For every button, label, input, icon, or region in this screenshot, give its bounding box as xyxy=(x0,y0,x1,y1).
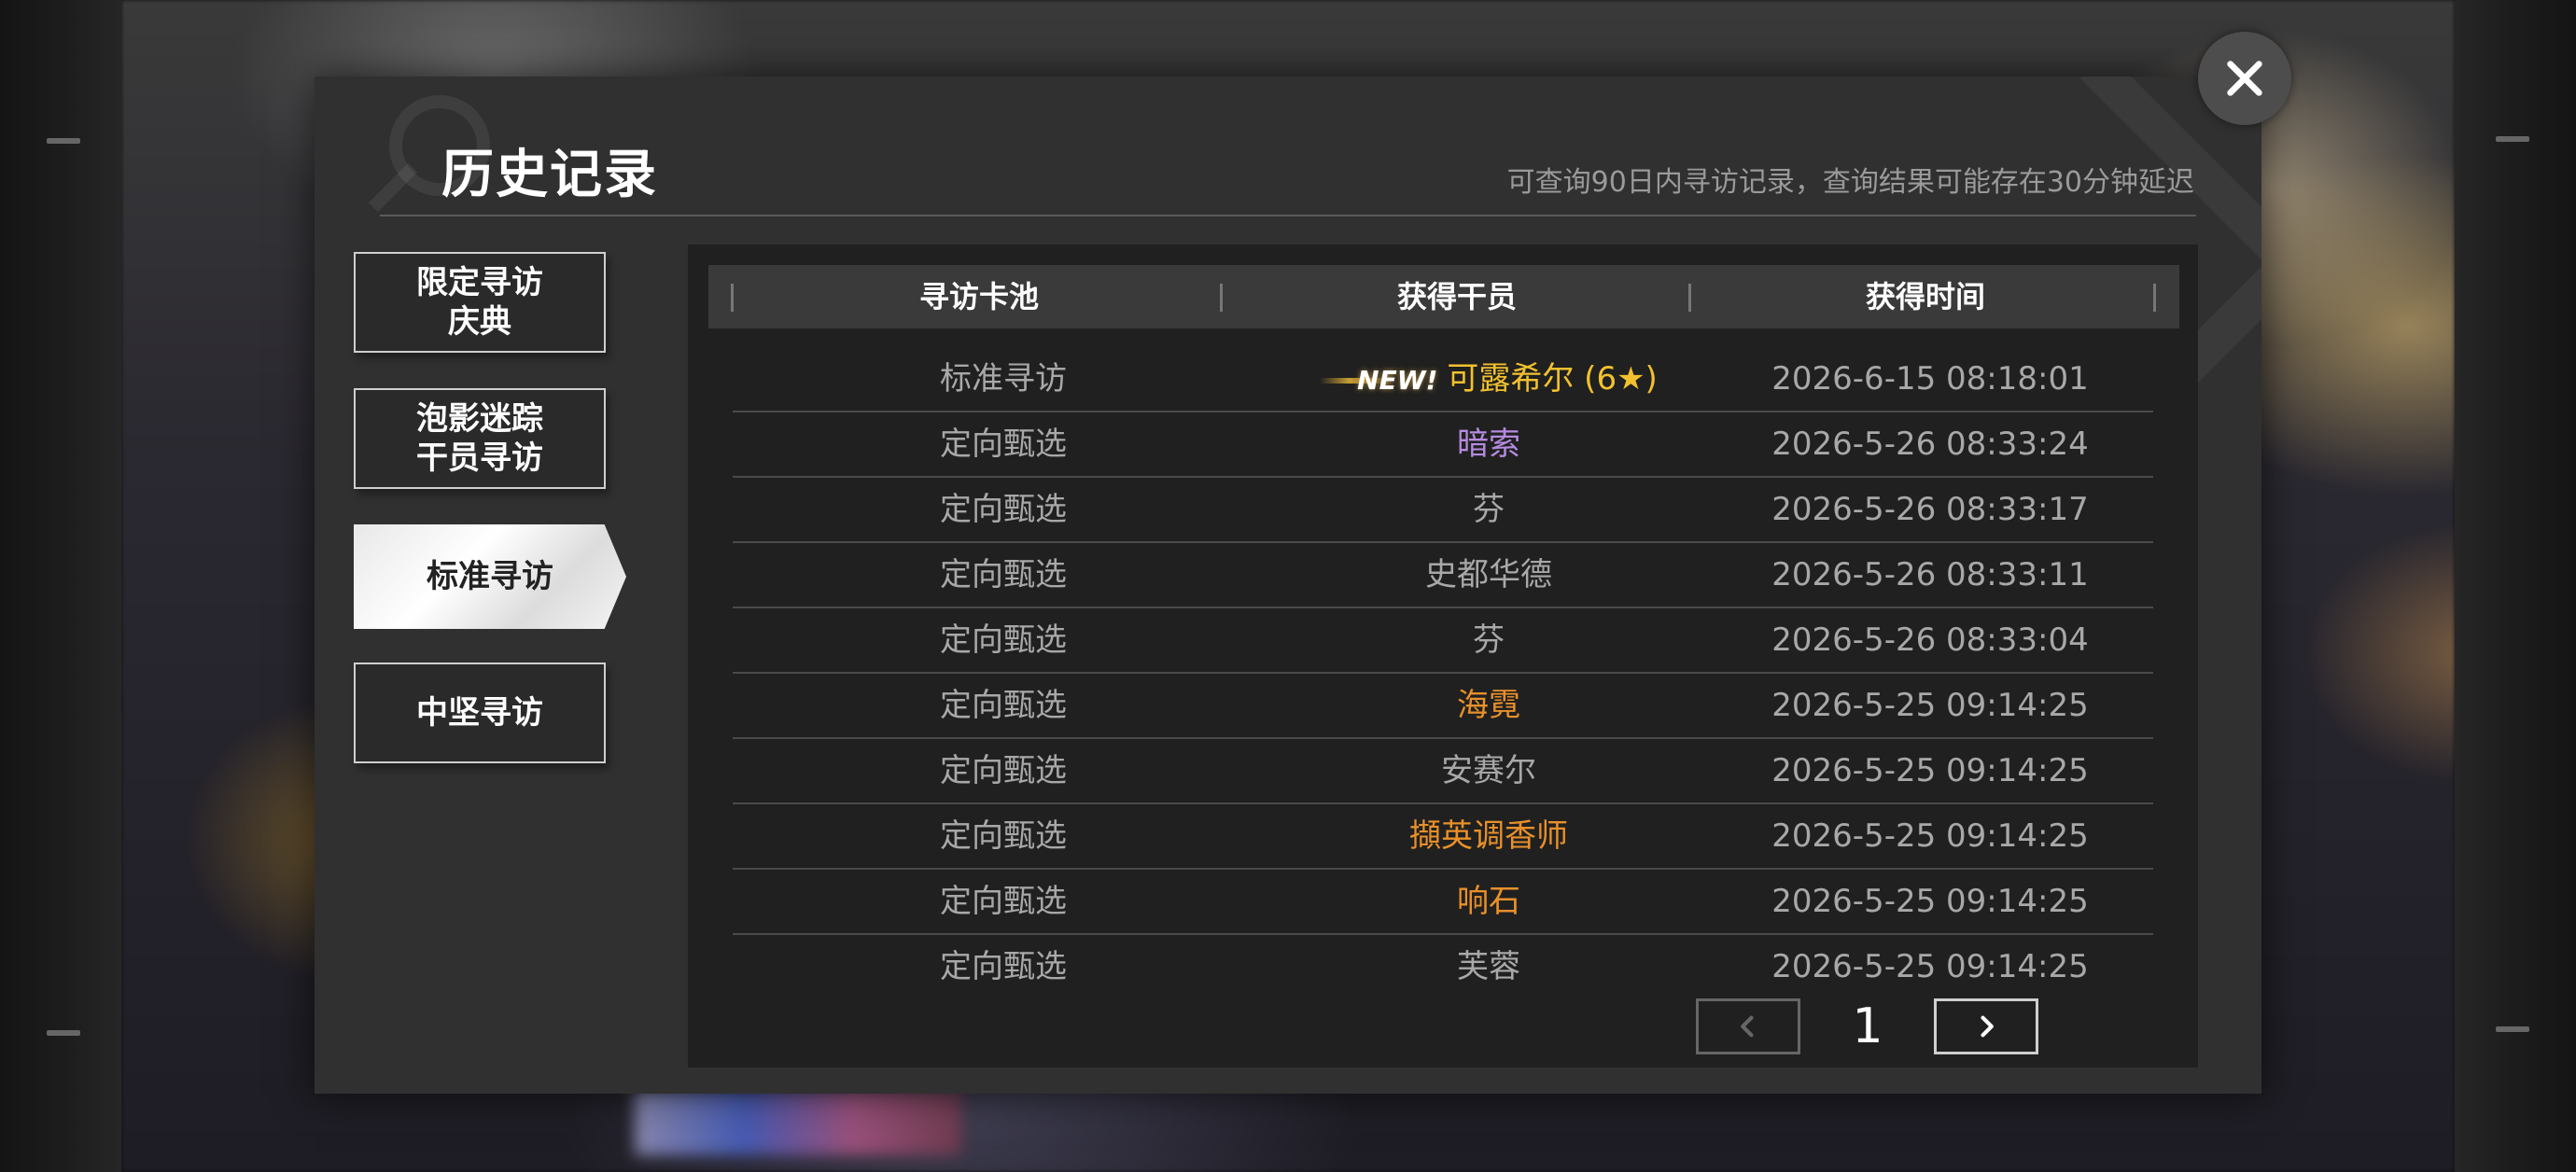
cell-operator: 安赛尔 xyxy=(1237,739,1741,802)
cell-operator: NEW! 可露希尔 (6★) xyxy=(1237,347,1741,412)
cell-pool: 定向甄选 xyxy=(940,752,1067,789)
header-operator: 获得干员 xyxy=(1396,279,1517,314)
header-separator xyxy=(2153,284,2156,312)
table-body: 标准寻访 NEW! 可露希尔 (6★) 2026-6-15 08:18:01 定向甄选 暗… xyxy=(733,347,2153,1000)
operator-name: 暗索 xyxy=(1457,426,1520,463)
screen: 历史记录 可查询90日内寻访记录，查询结果可能存在30分钟延迟 限定寻访 庆典 … xyxy=(0,0,2576,1172)
cell-pool: 定向甄选 xyxy=(940,948,1067,985)
pagination: 1 xyxy=(1696,998,2041,1058)
operator-name: 芬 xyxy=(1473,621,1505,659)
query-hint: 可查询90日内寻访记录，查询结果可能存在30分钟延迟 xyxy=(1506,166,2194,199)
dialog-title: 历史记录 xyxy=(441,145,658,205)
cell-time: 2026-5-25 09:14:25 xyxy=(1771,687,2089,724)
chevron-right-icon xyxy=(1981,1015,1994,1038)
cell-operator: 芬 xyxy=(1237,478,1741,541)
table-row: 定向甄选 擷英调香师 2026-5-25 09:14:25 xyxy=(733,804,2153,870)
cell-pool: 标准寻访 xyxy=(940,360,1067,398)
table-row: 定向甄选 芙蓉 2026-5-25 09:14:25 xyxy=(733,935,2153,1000)
chevron-left-icon xyxy=(1741,1015,1754,1038)
cell-time: 2026-6-15 08:18:01 xyxy=(1771,360,2089,398)
table-row: 定向甄选 史都华德 2026-5-26 08:33:11 xyxy=(733,543,2153,608)
operator-name: 芬 xyxy=(1473,491,1505,528)
cell-operator: 史都华德 xyxy=(1237,543,1741,607)
frame-tick xyxy=(2496,1026,2529,1032)
cell-operator: 芬 xyxy=(1237,608,1741,672)
frame-tick xyxy=(2496,136,2529,142)
cell-time: 2026-5-26 08:33:11 xyxy=(1771,556,2089,593)
table-row: 标准寻访 NEW! 可露希尔 (6★) 2026-6-15 08:18:01 xyxy=(733,347,2153,412)
title-divider xyxy=(380,215,2196,216)
tab-limited-celebration[interactable]: 限定寻访 庆典 xyxy=(354,252,606,353)
cell-operator: 海霓 xyxy=(1237,674,1741,737)
cell-pool: 定向甄选 xyxy=(940,621,1067,659)
history-table: 寻访卡池 获得干员 获得时间 标准寻访 NEW! 可露希尔 (6★) 2026-6-1… xyxy=(688,244,2198,1067)
table-row: 定向甄选 暗索 2026-5-26 08:33:24 xyxy=(733,412,2153,478)
cell-pool: 定向甄选 xyxy=(940,817,1067,855)
close-icon xyxy=(2227,61,2262,96)
cell-time: 2026-5-25 09:14:25 xyxy=(1771,883,2089,920)
tab-phantom-operator[interactable]: 泡影迷踪 干员寻访 xyxy=(354,388,606,489)
operator-name: 可露希尔 (6★) xyxy=(1447,360,1658,398)
cell-operator: 响石 xyxy=(1237,870,1741,933)
header-separator xyxy=(731,284,734,312)
cell-operator: 暗索 xyxy=(1237,412,1741,476)
header-separator xyxy=(1688,284,1691,312)
operator-name: 响石 xyxy=(1457,883,1520,920)
right-frame xyxy=(2455,0,2576,1172)
table-row: 定向甄选 响石 2026-5-25 09:14:25 xyxy=(733,870,2153,935)
history-dialog: 历史记录 可查询90日内寻访记录，查询结果可能存在30分钟延迟 限定寻访 庆典 … xyxy=(315,77,2261,1094)
cell-pool: 定向甄选 xyxy=(940,556,1067,593)
next-page-button[interactable] xyxy=(1934,998,2038,1054)
cell-pool: 定向甄选 xyxy=(940,687,1067,724)
operator-name: 擷英调香师 xyxy=(1409,817,1568,855)
cell-time: 2026-5-25 09:14:25 xyxy=(1771,817,2089,855)
tab-label: 限定寻访 庆典 xyxy=(416,264,543,341)
cell-operator: 擷英调香师 xyxy=(1237,804,1741,868)
cell-time: 2026-5-26 08:33:24 xyxy=(1771,426,2089,463)
background-blur-strip xyxy=(635,1090,961,1155)
cell-pool: 定向甄选 xyxy=(940,426,1067,463)
tab-label: 泡影迷踪 干员寻访 xyxy=(416,400,543,477)
header-time: 获得时间 xyxy=(1865,279,1985,314)
operator-name: 史都华德 xyxy=(1425,556,1552,593)
cell-time: 2026-5-25 09:14:25 xyxy=(1771,752,2089,789)
table-row: 定向甄选 海霓 2026-5-25 09:14:25 xyxy=(733,674,2153,739)
current-page: 1 xyxy=(1852,998,1883,1054)
cell-pool: 定向甄选 xyxy=(940,491,1067,528)
frame-tick xyxy=(47,138,80,144)
left-frame xyxy=(0,0,121,1172)
frame-tick xyxy=(47,1030,80,1036)
new-badge: NEW! xyxy=(1320,349,1438,412)
tab-core[interactable]: 中坚寻访 xyxy=(354,663,606,763)
operator-name: 芙蓉 xyxy=(1457,948,1520,985)
table-row: 定向甄选 芬 2026-5-26 08:33:17 xyxy=(733,478,2153,543)
cell-pool: 定向甄选 xyxy=(940,883,1067,920)
table-row: 定向甄选 安赛尔 2026-5-25 09:14:25 xyxy=(733,739,2153,804)
prev-page-button[interactable] xyxy=(1696,998,1800,1054)
tab-label: 标准寻访 xyxy=(427,558,553,595)
table-header: 寻访卡池 获得干员 获得时间 xyxy=(708,265,2179,328)
operator-name: 海霓 xyxy=(1457,687,1520,724)
tab-standard-active[interactable]: 标准寻访 xyxy=(354,524,626,629)
tab-label: 中坚寻访 xyxy=(416,694,543,732)
header-pool: 寻访卡池 xyxy=(918,279,1039,314)
table-row: 定向甄选 芬 2026-5-26 08:33:04 xyxy=(733,608,2153,674)
cell-time: 2026-5-26 08:33:17 xyxy=(1771,491,2089,528)
close-button[interactable] xyxy=(2198,32,2291,125)
cell-operator: 芙蓉 xyxy=(1237,935,1741,998)
header-separator xyxy=(1220,284,1223,312)
cell-time: 2026-5-26 08:33:04 xyxy=(1771,621,2089,659)
operator-name: 安赛尔 xyxy=(1441,752,1536,789)
cell-time: 2026-5-25 09:14:25 xyxy=(1771,948,2089,985)
